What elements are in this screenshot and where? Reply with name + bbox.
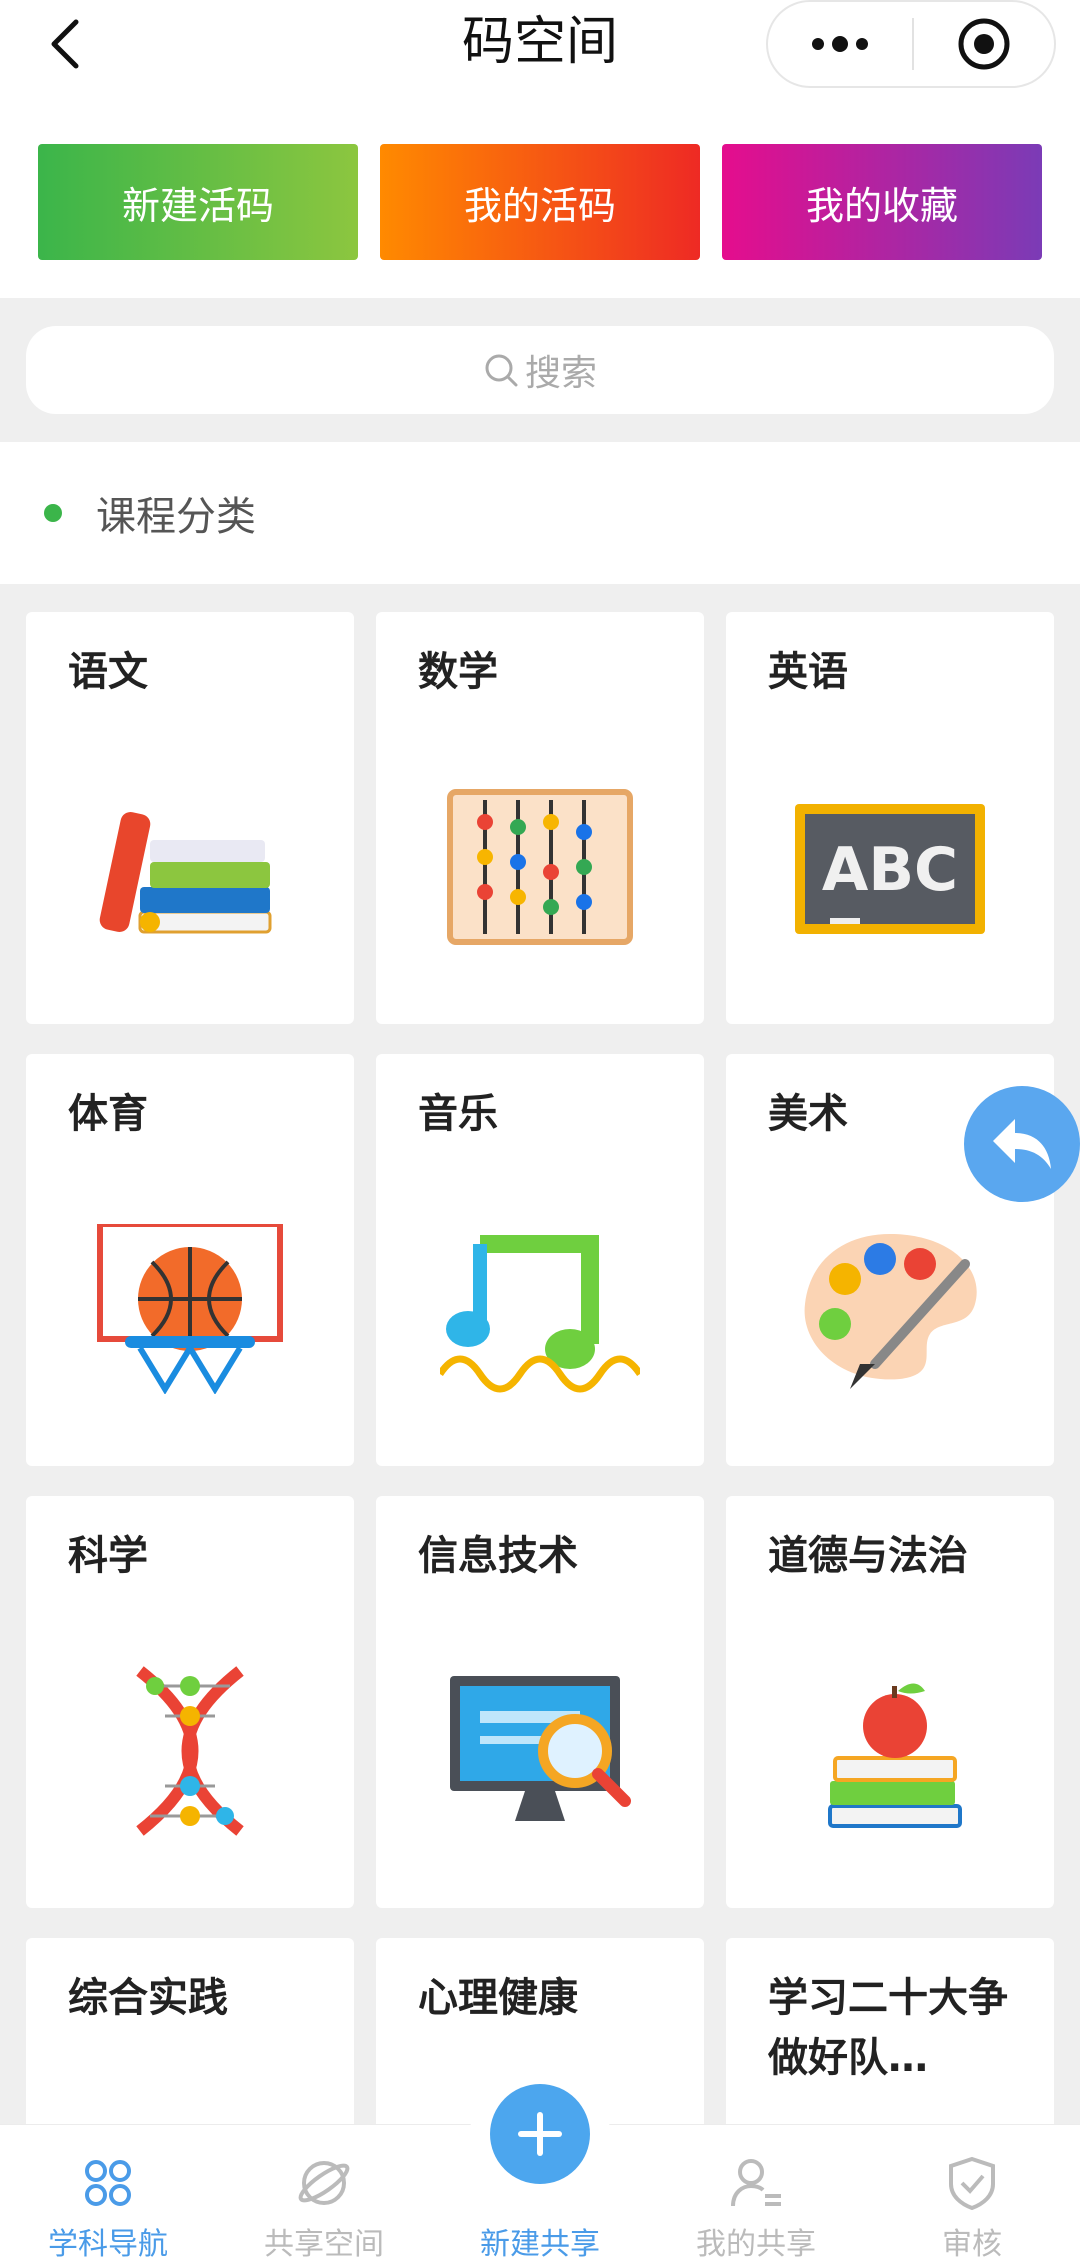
grid-circles-icon bbox=[78, 2155, 138, 2211]
new-share-fab[interactable] bbox=[470, 2064, 610, 2204]
tab-label: 新建共享 bbox=[480, 2227, 600, 2262]
planet-icon bbox=[294, 2155, 354, 2211]
subject-card-chinese[interactable]: 语文 bbox=[26, 612, 354, 1024]
subject-card-pe[interactable]: 体育 bbox=[26, 1054, 354, 1466]
monitor-search-icon bbox=[450, 1676, 631, 1821]
tab-subject-nav[interactable]: 学科导航 bbox=[0, 2125, 216, 2264]
search-input[interactable]: 搜索 bbox=[26, 326, 1054, 414]
subject-label: 英语 bbox=[768, 649, 848, 695]
reply-arrow-icon[interactable] bbox=[964, 1086, 1080, 1202]
search-icon bbox=[485, 354, 518, 387]
basketball-hoop-icon bbox=[97, 1224, 283, 1394]
tab-label: 审核 bbox=[942, 2227, 1002, 2262]
section-title: 课程分类 bbox=[96, 494, 256, 540]
palette-icon bbox=[804, 1234, 977, 1389]
tab-label: 共享空间 bbox=[264, 2227, 384, 2262]
search-area: 搜索 bbox=[0, 298, 1080, 442]
abacus-icon bbox=[447, 789, 633, 945]
plus-icon bbox=[490, 2084, 590, 2184]
search-placeholder: 搜索 bbox=[524, 353, 597, 394]
close-target-icon[interactable] bbox=[914, 2, 1054, 86]
subject-card-morality-law[interactable]: 道德与法治 bbox=[726, 1496, 1054, 1908]
my-favorites-button[interactable]: 我的收藏 bbox=[722, 144, 1042, 260]
blackboard-abc-icon: ABC bbox=[795, 804, 985, 934]
subject-label: 信息技术 bbox=[418, 1533, 578, 1579]
subject-label: 数学 bbox=[418, 649, 498, 695]
subject-label: 综合实践 bbox=[68, 1975, 228, 2021]
new-code-button[interactable]: 新建活码 bbox=[38, 144, 358, 260]
apple-books-icon bbox=[828, 1683, 962, 1828]
subject-label: 心理健康 bbox=[418, 1975, 578, 2021]
svg-text:ABC: ABC bbox=[822, 835, 958, 905]
navigation-bar: 码空间 bbox=[0, 0, 1080, 128]
user-list-icon bbox=[726, 2155, 786, 2211]
subject-label: 科学 bbox=[68, 1533, 148, 1579]
subject-label: 学习二十大争做好队… bbox=[768, 1975, 1008, 2081]
my-code-button[interactable]: 我的活码 bbox=[380, 144, 700, 260]
tab-label: 学科导航 bbox=[48, 2227, 168, 2262]
subject-label: 道德与法治 bbox=[768, 1533, 968, 1579]
section-dot-icon bbox=[44, 504, 62, 522]
top-action-row: 新建活码 我的活码 我的收藏 bbox=[0, 128, 1080, 298]
shield-check-icon bbox=[942, 2155, 1002, 2211]
tab-shared-space[interactable]: 共享空间 bbox=[216, 2125, 432, 2264]
subject-label: 音乐 bbox=[418, 1091, 498, 1137]
dna-icon bbox=[136, 1666, 244, 1836]
books-icon bbox=[99, 812, 272, 934]
tab-my-share[interactable]: 我的共享 bbox=[648, 2125, 864, 2264]
subject-label: 语文 bbox=[68, 649, 148, 695]
subject-grid: 语文 数学 英语 ABC 体育 音乐 美术 科学 信息技术 道德与法治 综合实践… bbox=[0, 584, 1080, 2264]
subject-card-it[interactable]: 信息技术 bbox=[376, 1496, 704, 1908]
subject-card-science[interactable]: 科学 bbox=[26, 1496, 354, 1908]
tab-label: 我的共享 bbox=[696, 2227, 816, 2262]
subject-card-english[interactable]: 英语 ABC bbox=[726, 612, 1054, 1024]
music-note-icon bbox=[440, 1235, 640, 1393]
section-header: 课程分类 bbox=[0, 442, 1080, 584]
subject-card-music[interactable]: 音乐 bbox=[376, 1054, 704, 1466]
subject-label: 体育 bbox=[68, 1091, 148, 1137]
mini-program-capsule bbox=[766, 0, 1056, 88]
more-icon[interactable] bbox=[768, 2, 912, 86]
subject-card-math[interactable]: 数学 bbox=[376, 612, 704, 1024]
tab-review[interactable]: 审核 bbox=[864, 2125, 1080, 2264]
